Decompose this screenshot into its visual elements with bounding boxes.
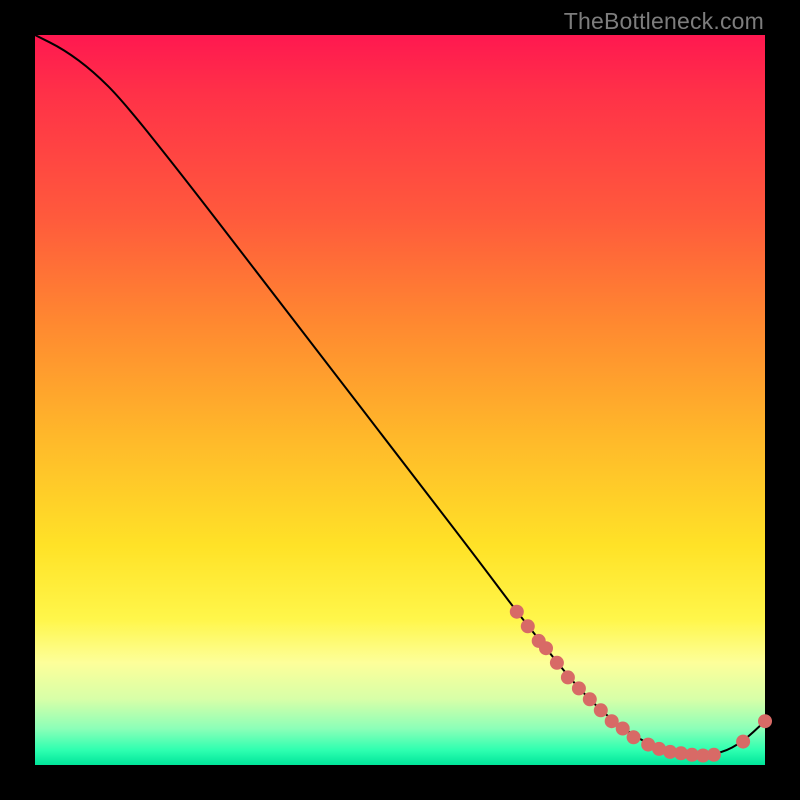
curve-marker — [736, 735, 750, 749]
curve-marker — [616, 722, 630, 736]
curve-marker — [707, 748, 721, 762]
curve-marker — [627, 730, 641, 744]
chart-svg — [35, 35, 765, 765]
chart-stage: TheBottleneck.com — [0, 0, 800, 800]
curve-marker — [758, 714, 772, 728]
curve-marker — [561, 670, 575, 684]
curve-marker — [510, 605, 524, 619]
curve-marker — [550, 656, 564, 670]
curve-marker — [521, 619, 535, 633]
curve-marker — [539, 641, 553, 655]
curve-marker — [572, 681, 586, 695]
bottleneck-curve — [35, 35, 765, 754]
plot-area — [35, 35, 765, 765]
curve-marker — [583, 692, 597, 706]
curve-marker — [594, 703, 608, 717]
watermark-text: TheBottleneck.com — [564, 8, 764, 35]
